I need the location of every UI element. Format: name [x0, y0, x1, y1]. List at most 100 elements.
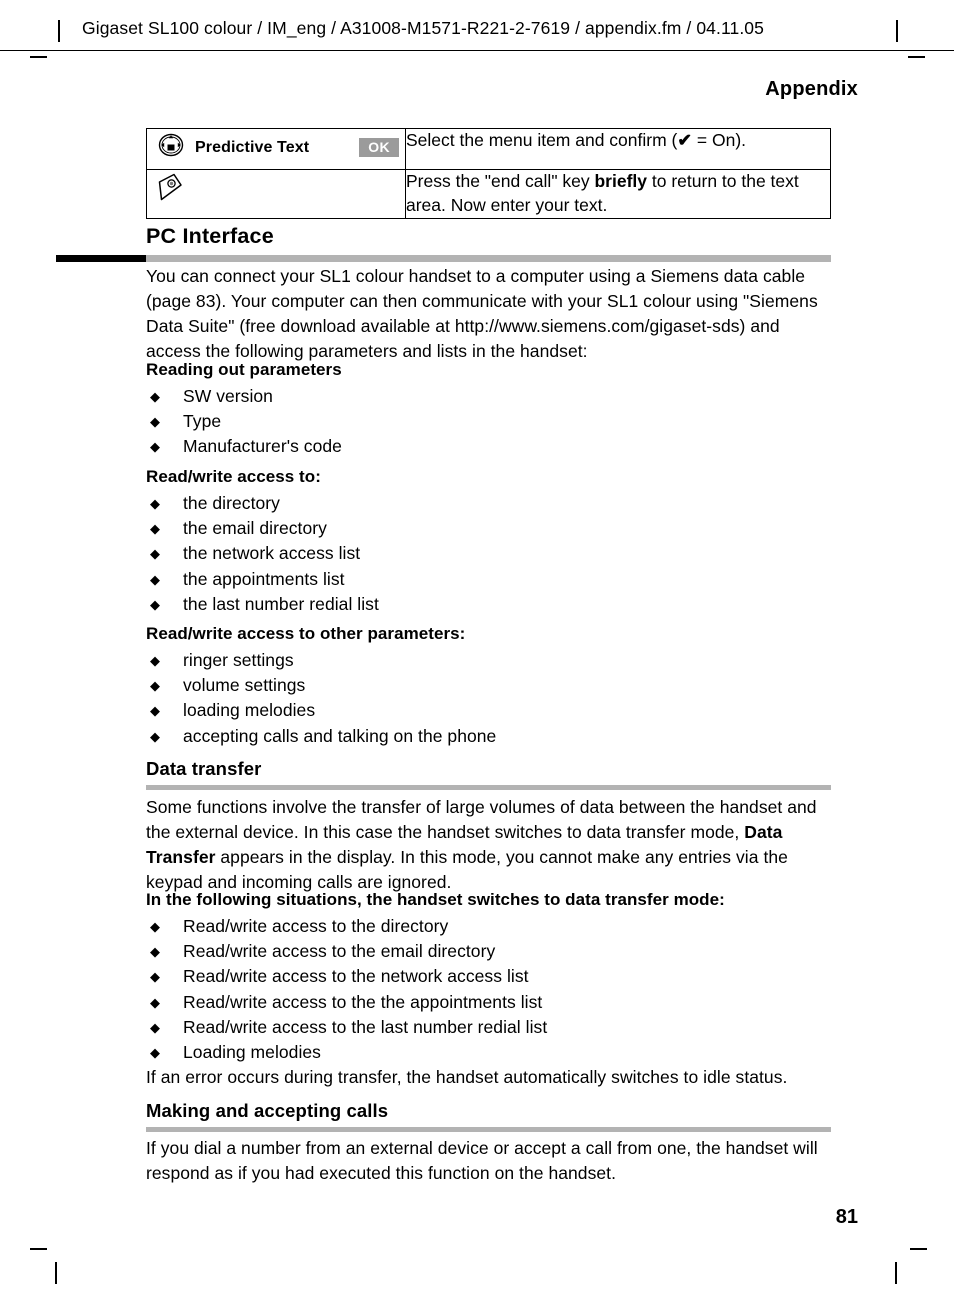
list-item-label: Read/write access to the the appointment… [183, 991, 543, 1012]
crop-mark-top-left-vertical [58, 20, 60, 42]
diamond-bullet-icon: ◆ [150, 653, 161, 668]
end-call-key-icon [157, 172, 399, 209]
list-item: ◆ Read/write access to the email director… [150, 939, 840, 964]
list-reading-out-parameters: ◆ SW version ◆ Type ◆ Manufacturer's code [150, 384, 840, 460]
list-item: ◆ the directory [150, 491, 840, 516]
list-item: ◆ the last number redial list [150, 592, 840, 617]
subheading-reading-out-parameters: Reading out parameters [146, 360, 342, 379]
chapter-title: Appendix [765, 78, 858, 100]
header-divider-rule [0, 50, 954, 51]
list-item: ◆ SW version [150, 384, 840, 409]
heading-rule-accent [56, 255, 146, 262]
section-title: Data transfer [146, 758, 262, 779]
diamond-bullet-icon: ◆ [150, 703, 161, 719]
list-item: ◆ the network access list [150, 541, 840, 566]
ok-softkey-badge[interactable]: OK [359, 137, 399, 158]
list-item-label: volume settings [183, 675, 306, 696]
list-item: ◆ loading melodies [150, 698, 840, 723]
data-transfer-closing-paragraph: If an error occurs during transfer, the … [146, 1067, 788, 1087]
list-read-write-access-to: ◆ the directory ◆ the email directory ◆ the… [150, 491, 840, 617]
diamond-bullet-icon: ◆ [150, 678, 161, 694]
diamond-bullet-icon: ◆ [150, 571, 161, 587]
heading-rule [56, 255, 831, 262]
list-item-label: accepting calls and talking on the phone [183, 725, 497, 746]
list-item-label: Read/write access to the email directory [183, 941, 496, 962]
table-cell-key: Predictive Text OK [146, 128, 406, 170]
section-heading-making-calls: Making and accepting calls [146, 1100, 831, 1132]
diamond-bullet-icon: ◆ [150, 1019, 161, 1035]
diamond-bullet-icon: ◆ [150, 496, 161, 511]
diamond-bullet-icon: ◆ [150, 994, 161, 1010]
document-path-header: Gigaset SL100 colour / IM_eng / A31008-M… [82, 18, 764, 38]
list-item: ◆ Type [150, 409, 840, 434]
heading-rule [146, 785, 831, 790]
nav-key-icon [157, 133, 185, 162]
table-cell-description: Press the "end call" key briefly to retu… [405, 169, 831, 219]
paragraph-part2: appears in the display. In this mode, yo… [146, 846, 788, 892]
crop-mark-top-left-horizontal [30, 56, 47, 58]
diamond-bullet-icon: ◆ [150, 521, 161, 537]
diamond-bullet-icon: ◆ [150, 439, 161, 455]
crop-mark-bottom-left-vertical [55, 1262, 57, 1284]
diamond-bullet-icon: ◆ [150, 546, 161, 562]
page-number: 81 [835, 1206, 858, 1228]
crop-mark-top-right-vertical [896, 20, 898, 42]
table-row: Press the "end call" key briefly to retu… [146, 169, 831, 219]
list-item: ◆ accepting calls and talking on the phon… [150, 724, 840, 749]
crop-mark-top-right-horizontal [908, 56, 925, 58]
list-item-label: the directory [183, 493, 280, 513]
list-item: ◆ the email directory [150, 516, 840, 541]
checkmark-icon: ✔ [677, 130, 693, 150]
crop-mark-bottom-right-horizontal [910, 1248, 927, 1250]
list-item-label: Manufacturer's code [183, 436, 342, 457]
list-item: ◆ Loading melodies [150, 1040, 840, 1065]
diamond-bullet-icon: ◆ [150, 596, 161, 612]
heading-rule [146, 1127, 831, 1132]
list-read-write-other-parameters: ◆ ringer settings ◆ volume settings ◆ loadi… [150, 648, 840, 749]
document-page: Gigaset SL100 colour / IM_eng / A31008-M… [0, 0, 954, 1307]
list-item: ◆ Read/write access to the the appointmen… [150, 990, 840, 1015]
section-heading-pc-interface: PC Interface [56, 224, 831, 262]
table-cell-description: Select the menu item and confirm (✔ = On… [405, 128, 831, 170]
diamond-bullet-icon: ◆ [150, 969, 161, 985]
diamond-bullet-icon: ◆ [150, 414, 161, 430]
list-item: ◆ the appointments list [150, 567, 840, 592]
crop-mark-bottom-left-horizontal [30, 1248, 47, 1250]
list-item-label: the last number redial list [183, 593, 379, 614]
data-transfer-paragraph: Some functions involve the transfer of l… [146, 795, 836, 894]
section-title: Making and accepting calls [146, 1100, 389, 1121]
subheading-data-transfer-situations: In the following situations, the handset… [146, 890, 725, 909]
description-suffix: = On). [692, 130, 747, 150]
crop-mark-bottom-right-vertical [895, 1262, 897, 1284]
paragraph-part1: Some functions involve the transfer of l… [146, 797, 817, 842]
diamond-bullet-icon: ◆ [150, 944, 161, 960]
list-item: ◆ ringer settings [150, 648, 840, 673]
list-item-label: the network access list [183, 543, 361, 564]
list-item-label: Loading melodies [183, 1041, 321, 1062]
diamond-bullet-icon: ◆ [150, 1044, 161, 1060]
list-item-label: loading melodies [183, 700, 316, 721]
list-item-label: ringer settings [183, 650, 294, 670]
table-row: Predictive Text OK Select the menu item … [146, 128, 831, 170]
list-item: ◆ Read/write access to the directory [150, 914, 840, 939]
description-part1: Press the "end call" key [406, 171, 595, 191]
key-reference-table: Predictive Text OK Select the menu item … [146, 128, 831, 219]
table-cell-key [146, 169, 406, 219]
list-item: ◆ Manufacturer's code [150, 434, 840, 459]
list-item: ◆ volume settings [150, 673, 840, 698]
pc-interface-intro-paragraph: You can connect your SL1 colour handset … [146, 266, 818, 361]
list-item-label: Read/write access to the last number red… [183, 1016, 548, 1037]
list-item-label: Read/write access to the network access … [183, 966, 529, 987]
making-calls-paragraph: If you dial a number from an external de… [146, 1138, 818, 1183]
subheading-read-write-other-parameters: Read/write access to other parameters: [146, 624, 466, 643]
diamond-bullet-icon: ◆ [150, 919, 161, 934]
list-item-label: SW version [183, 386, 273, 406]
list-item-label: the appointments list [183, 568, 345, 589]
predictive-text-label: Predictive Text [195, 138, 310, 156]
list-item: ◆ Read/write access to the last number re… [150, 1015, 840, 1040]
list-item-label: Read/write access to the directory [183, 916, 449, 936]
list-item-label: the email directory [183, 518, 327, 539]
list-data-transfer-situations: ◆ Read/write access to the directory ◆ Rea… [150, 914, 840, 1065]
description-emphasis: briefly [594, 171, 648, 191]
section-heading-data-transfer: Data transfer [146, 758, 831, 790]
